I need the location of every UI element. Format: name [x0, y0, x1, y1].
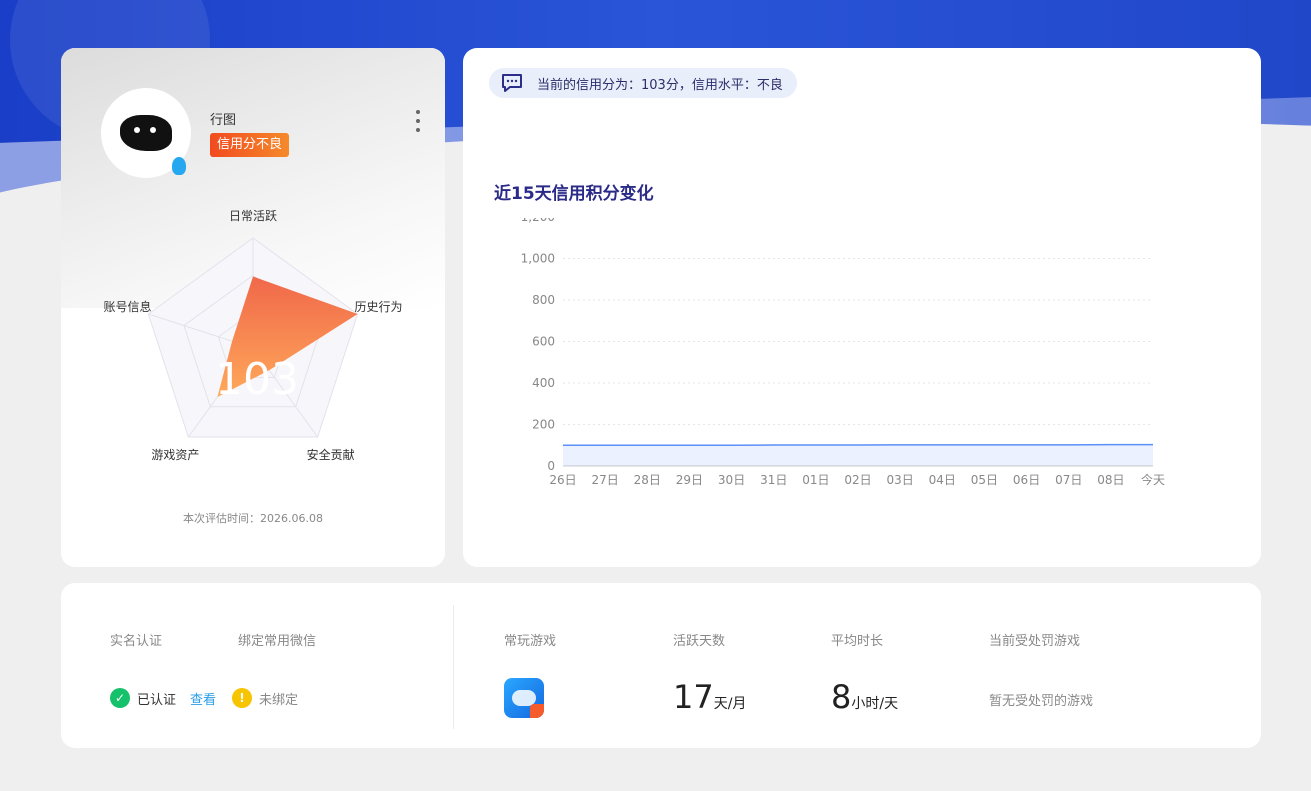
x-tick-label: 今天	[1141, 472, 1165, 487]
view-link[interactable]: 查看	[190, 689, 216, 708]
trend-area	[563, 444, 1153, 466]
game-badge-icon	[530, 704, 544, 718]
x-tick-label: 26日	[549, 473, 576, 487]
x-tick-label: 28日	[634, 473, 661, 487]
game-icon[interactable]	[504, 678, 544, 718]
x-tick-label: 08日	[1097, 473, 1124, 487]
avg-time-value: 8	[831, 678, 852, 716]
penalty-value: 暂无受处罚的游戏	[989, 694, 1094, 709]
evaluation-time: 本次评估时间：2026.06.08	[183, 512, 323, 525]
trend-card: 当前的信用分为：103分，信用水平：不良 近15天信用积分变化 0 200 400 6…	[463, 48, 1261, 567]
y-tick-label: 600	[532, 335, 555, 349]
x-tick-label: 03日	[887, 473, 914, 487]
penalty-label: 当前受处罚游戏	[989, 634, 1081, 649]
x-tick-label: 06日	[1013, 473, 1040, 487]
x-tick-label: 05日	[971, 473, 998, 487]
x-tick-label: 29日	[676, 473, 703, 487]
credit-notice: 当前的信用分为：103分，信用水平：不良	[489, 68, 797, 98]
x-tick-label: 30日	[718, 473, 745, 487]
avg-time-label: 平均时长	[831, 634, 884, 649]
check-icon: ✓	[110, 688, 130, 708]
radar-axis-label: 历史行为	[355, 300, 403, 314]
notice-text: 当前的信用分为：103分，信用水平：不良	[537, 77, 783, 93]
username: 行图	[210, 113, 237, 128]
summary-card: 实名认证 绑定常用微信 ✓ 已认证 查看 ! 未绑定 常玩游戏 活跃天数 17 …	[61, 583, 1261, 748]
y-tick-label: 0	[547, 459, 555, 473]
message-icon	[502, 74, 522, 92]
active-days-unit: 天/月	[713, 696, 747, 712]
x-tick-label: 31日	[760, 473, 787, 487]
radar-axis-label: 日常活跃	[229, 209, 277, 223]
fav-game-label: 常玩游戏	[504, 634, 557, 649]
x-tick-label: 01日	[802, 473, 829, 487]
trend-line	[563, 443, 1153, 446]
x-tick-label: 27日	[592, 473, 619, 487]
realname-status: ✓ 已认证 查看 ! 未绑定	[110, 688, 298, 708]
y-tick-label: 800	[532, 293, 555, 307]
avg-time-unit: 小时/天	[851, 696, 899, 712]
active-days: 17 天/月	[673, 678, 746, 716]
x-tick-label: 04日	[929, 473, 956, 487]
radar-axis-label: 安全贡献	[307, 447, 355, 462]
x-tick-label: 07日	[1055, 473, 1082, 487]
avatar-image	[120, 115, 172, 151]
y-tick-label: 200	[532, 418, 555, 432]
more-options-icon[interactable]	[413, 110, 423, 132]
divider	[453, 605, 454, 729]
profile-card: 行图 信用分不良 103 日常活跃历史行为安全贡献 游戏资产 账号信息 本次评估时间…	[61, 48, 445, 567]
wechat-label: 绑定常用微信	[238, 634, 317, 649]
radar-axis-label: 账号信息	[103, 299, 151, 314]
y-tick-label: 1,200	[521, 218, 555, 224]
avg-time: 8 小时/天	[831, 678, 898, 716]
realname-status-text: 已认证	[137, 692, 177, 708]
trend-title: 近15天信用积分变化	[494, 184, 654, 204]
credit-score: 103	[215, 354, 299, 405]
active-days-value: 17	[673, 678, 714, 716]
active-days-label: 活跃天数	[673, 634, 726, 649]
y-tick-label: 400	[532, 376, 555, 390]
radar-axis-label: 游戏资产	[151, 448, 199, 462]
realname-label: 实名认证	[110, 634, 163, 649]
credit-level-badge: 信用分不良	[210, 133, 290, 157]
credit-radar-chart: 103 日常活跃历史行为安全贡献 游戏资产 账号信息	[103, 209, 403, 462]
warning-icon: !	[232, 688, 253, 708]
y-tick-label: 1,000	[521, 252, 555, 266]
x-tick-label: 02日	[844, 473, 871, 487]
wechat-status-text: 未绑定	[259, 692, 299, 708]
qq-icon	[172, 157, 186, 175]
trend-chart: 0 200 400 600 800 1,000 1,200 26日 27日 28日 29日 30日 3…	[521, 218, 1165, 487]
